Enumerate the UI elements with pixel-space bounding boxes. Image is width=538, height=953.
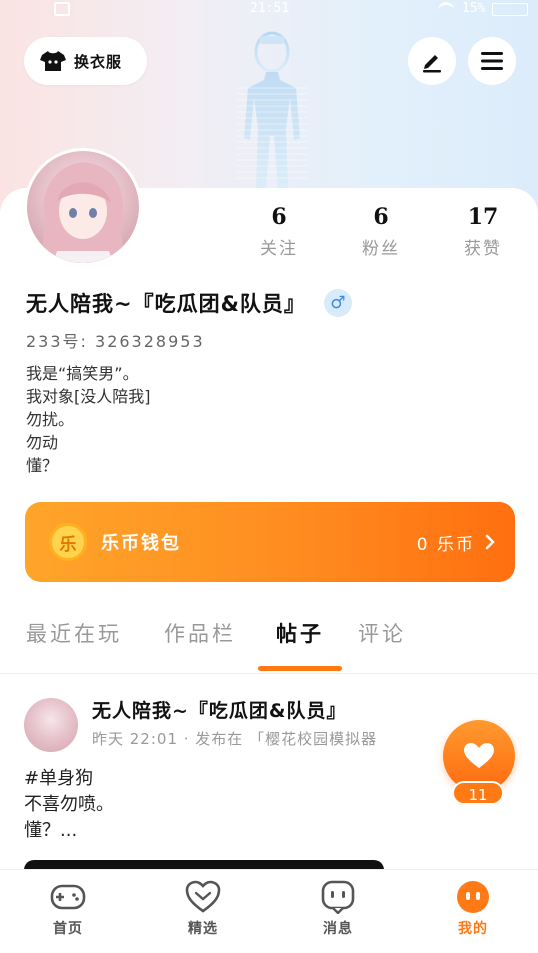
wallet-card[interactable]: 乐 乐币钱包 0 乐币 <box>25 502 515 582</box>
status-bar: 21:51 15% <box>0 0 538 22</box>
tab-works[interactable]: 作品栏 <box>164 618 236 648</box>
post-author-name[interactable]: 无人陪我~『吃瓜团&队员』 <box>92 696 347 723</box>
bio-line: 勿动 <box>26 433 59 452</box>
tab-comments[interactable]: 评论 <box>358 618 406 648</box>
followers-count: 6 <box>373 204 389 230</box>
wallet-balance-group: 0 乐币 <box>417 530 495 555</box>
nav-featured[interactable]: 精选 <box>163 880 243 938</box>
nav-featured-label: 精选 <box>188 921 218 937</box>
3d-avatar-figure[interactable] <box>226 28 318 190</box>
tab-recently-played[interactable]: 最近在玩 <box>26 618 122 648</box>
change-outfit-button[interactable]: 换衣服 <box>24 37 147 85</box>
bio-line: 我是“搞笑男”。 <box>26 364 139 383</box>
stat-likes[interactable]: 17 获赞 <box>448 204 518 259</box>
username-row: 无人陪我~『吃瓜团&队员』 ♂ <box>26 288 352 318</box>
menu-button[interactable] <box>468 37 516 85</box>
nav-messages[interactable]: 消息 <box>298 880 378 938</box>
active-tab-indicator <box>258 666 342 671</box>
notification-icon <box>54 2 70 16</box>
status-time: 21:51 <box>250 1 290 16</box>
post-body: #单身狗 不喜勿喷。 懂？... <box>24 766 114 844</box>
battery-icon <box>492 3 528 16</box>
tab-posts[interactable]: 帖子 <box>276 618 324 648</box>
user-id[interactable]: 233号: 326328953 <box>26 328 205 352</box>
bio-line: 勿扰。 <box>26 410 75 429</box>
tshirt-icon <box>40 51 66 71</box>
nav-me[interactable]: 我的 <box>433 880 513 938</box>
likes-label: 获赞 <box>464 239 502 259</box>
wallet-title: 乐币钱包 <box>101 533 181 554</box>
bio-line: 懂？ <box>26 456 59 475</box>
heart-badge-icon <box>185 880 221 913</box>
username: 无人陪我~『吃瓜团&队员』 <box>26 292 306 316</box>
post-author-avatar[interactable] <box>24 698 78 752</box>
post-meta: 昨天 22:01 · 发布在 「樱花校园模拟器 <box>92 730 378 748</box>
nav-home-label: 首页 <box>53 921 83 937</box>
nav-messages-label: 消息 <box>323 921 353 937</box>
wallet-balance: 0 乐币 <box>416 534 475 555</box>
like-count: 11 <box>452 781 504 805</box>
stat-following[interactable]: 6 关注 <box>244 204 314 259</box>
bio-line: 我对象[没人陪我] <box>26 387 151 406</box>
gamepad-icon <box>50 884 86 910</box>
likes-count: 17 <box>467 204 499 230</box>
pen-icon <box>423 55 441 73</box>
avatar-illustration <box>41 162 125 263</box>
followers-label: 粉丝 <box>362 239 400 259</box>
heart-icon <box>464 743 494 768</box>
battery-percent: 15% <box>462 1 486 16</box>
bottom-nav: 首页 精选 消息 我的 <box>0 869 538 953</box>
hamburger-menu-icon <box>481 52 503 70</box>
bio: 我是“搞笑男”。 我对象[没人陪我] 勿扰。 勿动 懂？ <box>26 362 151 477</box>
profile-face-icon <box>457 881 489 913</box>
post-body-line: 不喜勿喷。 <box>24 794 114 815</box>
following-label: 关注 <box>260 239 298 259</box>
coin-icon: 乐 <box>49 523 87 561</box>
post-body-line: #单身狗 <box>24 768 94 789</box>
male-gender-icon: ♂ <box>323 289 352 317</box>
chat-bubble-icon <box>321 880 355 914</box>
wifi-icon <box>438 2 454 14</box>
chevron-right-icon <box>485 534 495 550</box>
post-body-line: 懂？... <box>24 820 78 841</box>
profile-avatar[interactable] <box>24 148 142 266</box>
change-outfit-label: 换衣服 <box>74 52 123 71</box>
profile-tabs: 最近在玩 作品栏 帖子 评论 <box>0 618 538 674</box>
edit-profile-button[interactable] <box>408 37 456 85</box>
nav-me-label: 我的 <box>458 921 488 937</box>
stat-followers[interactable]: 6 粉丝 <box>346 204 416 259</box>
following-count: 6 <box>271 204 287 230</box>
nav-home[interactable]: 首页 <box>28 880 108 938</box>
